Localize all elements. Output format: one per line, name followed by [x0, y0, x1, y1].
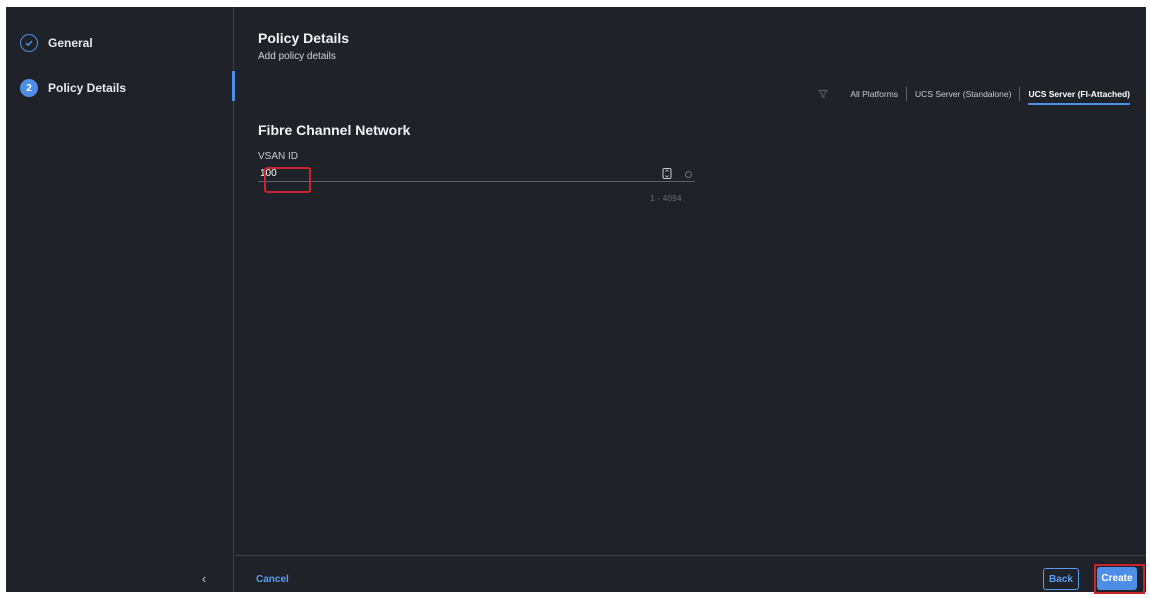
section-title: Fibre Channel Network	[258, 122, 411, 138]
step-label: Policy Details	[48, 81, 127, 95]
wizard-footer: Cancel Back Create	[235, 555, 1146, 594]
stepper-icon[interactable]	[662, 167, 672, 180]
chevron-left-icon[interactable]: ‹	[196, 570, 212, 586]
platform-filter: All Platforms UCS Server (Standalone) UC…	[818, 86, 1138, 105]
platform-tab-all[interactable]: All Platforms	[842, 86, 906, 102]
page-subtitle: Add policy details	[258, 51, 336, 62]
vsan-id-label: VSAN ID	[258, 151, 299, 162]
filter-icon[interactable]	[818, 89, 829, 99]
platform-tab-standalone[interactable]: UCS Server (Standalone)	[907, 86, 1019, 102]
main-content: Policy Details Add policy details All Pl…	[235, 7, 1146, 594]
wizard-sidebar: General 2 Policy Details ‹	[6, 7, 234, 592]
back-button[interactable]: Back	[1043, 568, 1079, 590]
cancel-button[interactable]: Cancel	[256, 574, 289, 585]
info-icon[interactable]	[685, 171, 692, 178]
vsan-range-hint: 1 - 4094	[650, 194, 682, 203]
create-button[interactable]: Create	[1097, 567, 1137, 590]
check-circle-icon	[20, 34, 38, 52]
wizard-window: General 2 Policy Details ‹ Policy Detail…	[6, 7, 1146, 594]
step-label: General	[48, 36, 93, 50]
step-policy-details[interactable]: 2 Policy Details	[20, 79, 126, 97]
step-number-badge: 2	[20, 79, 38, 97]
platform-tab-fi-attached[interactable]: UCS Server (FI-Attached)	[1020, 86, 1138, 105]
step-general[interactable]: General	[20, 34, 93, 52]
vsan-id-input[interactable]	[258, 165, 695, 182]
page-title: Policy Details	[258, 30, 350, 46]
